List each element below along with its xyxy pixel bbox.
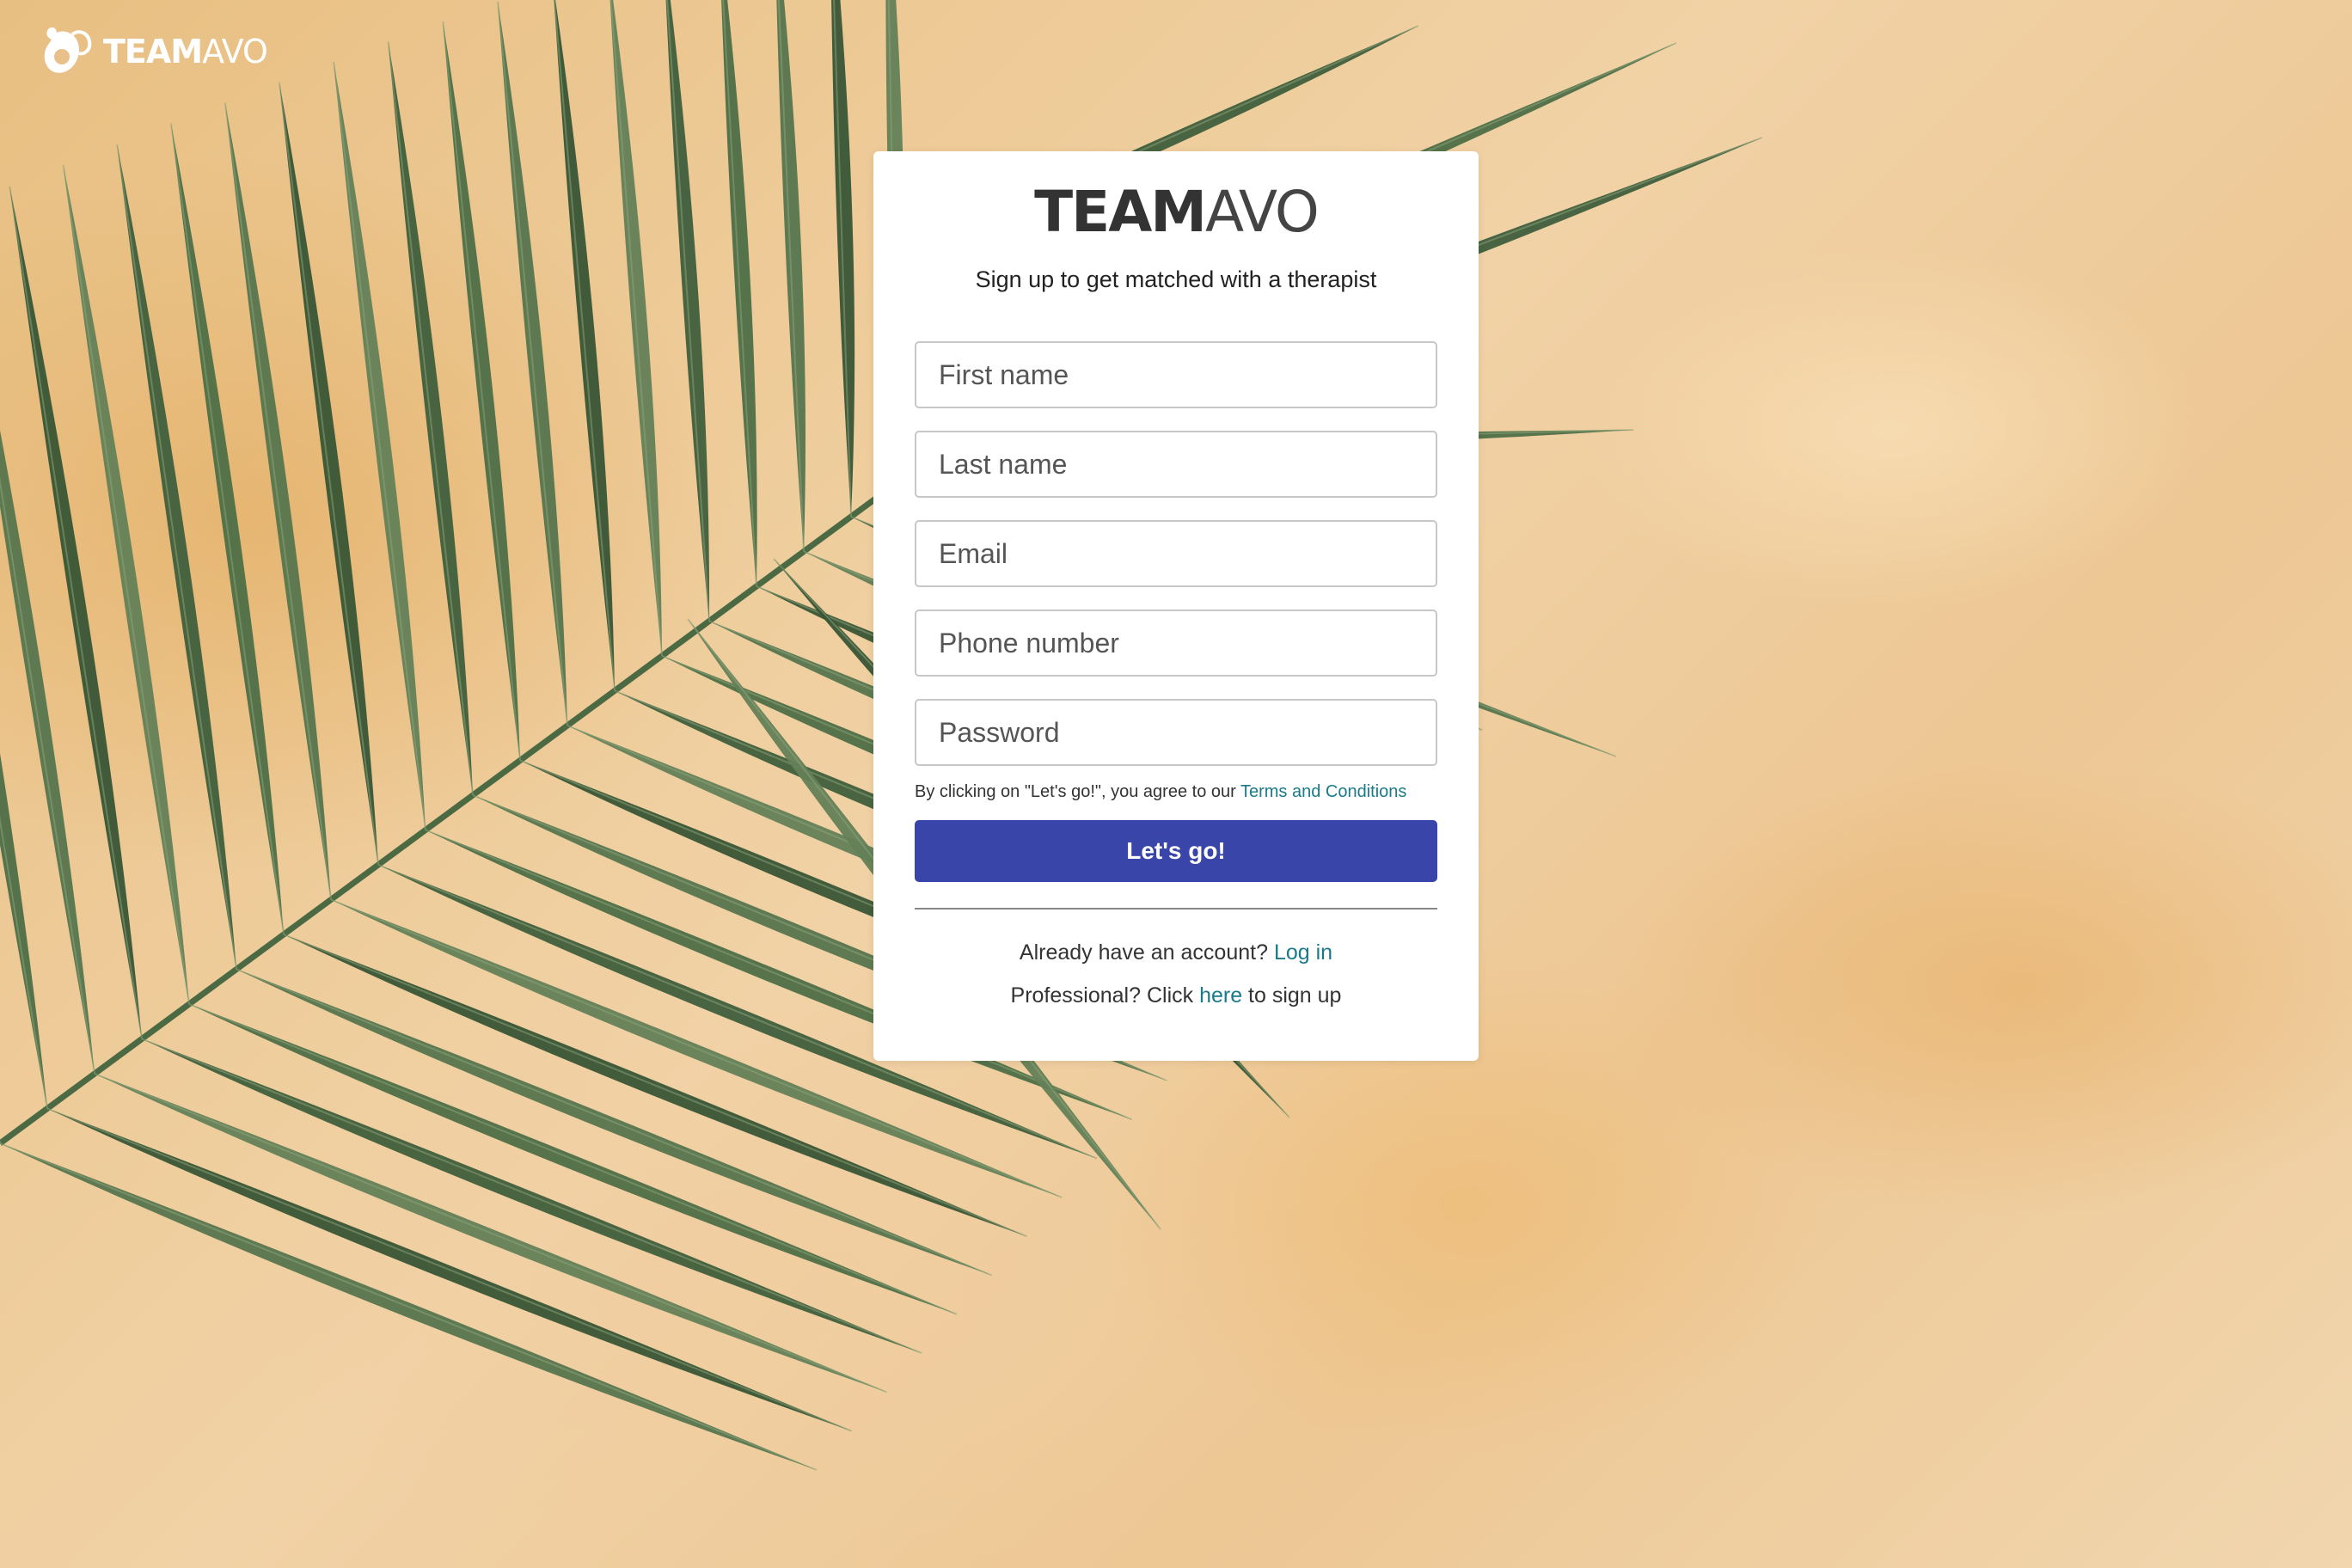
brand-wordmark: TEAMAVO <box>103 33 268 70</box>
professional-prompt-text: Professional? Click <box>1010 983 1200 1008</box>
header-brand[interactable]: TEAMAVO <box>40 24 268 79</box>
professional-signup-link[interactable]: here <box>1199 983 1242 1008</box>
divider <box>915 908 1437 910</box>
email-field[interactable] <box>915 520 1437 587</box>
login-prompt: Already have an account? Log in <box>873 940 1479 965</box>
terms-prefix: By clicking on "Let's go!", you agree to… <box>915 782 1240 801</box>
lets-go-button[interactable]: Let's go! <box>915 820 1437 882</box>
last-name-field[interactable] <box>915 431 1437 498</box>
avocado-icon <box>44 27 92 73</box>
professional-prompt-suffix: to sign up <box>1242 983 1342 1008</box>
login-prompt-text: Already have an account? <box>1019 940 1274 965</box>
signup-card: TEAMAVO Sign up to get matched with a th… <box>873 151 1479 1061</box>
card-logo-light: AVO <box>1205 179 1320 245</box>
first-name-field[interactable] <box>915 341 1437 408</box>
terms-link[interactable]: Terms and Conditions <box>1240 782 1406 801</box>
brand-wordmark-strong: TEAM <box>103 33 203 70</box>
phone-number-field[interactable] <box>915 609 1437 677</box>
signup-subtitle: Sign up to get matched with a therapist <box>975 266 1377 292</box>
password-field[interactable] <box>915 699 1437 766</box>
login-link[interactable]: Log in <box>1274 940 1332 965</box>
terms-notice: By clicking on "Let's go!", you agree to… <box>915 782 1406 802</box>
card-logo-strong: TEAM <box>1034 179 1207 245</box>
card-logo: TEAMAVO <box>873 184 1479 241</box>
brand-wordmark-light: AVO <box>202 33 268 70</box>
professional-prompt: Professional? Click here to sign up <box>873 983 1479 1008</box>
